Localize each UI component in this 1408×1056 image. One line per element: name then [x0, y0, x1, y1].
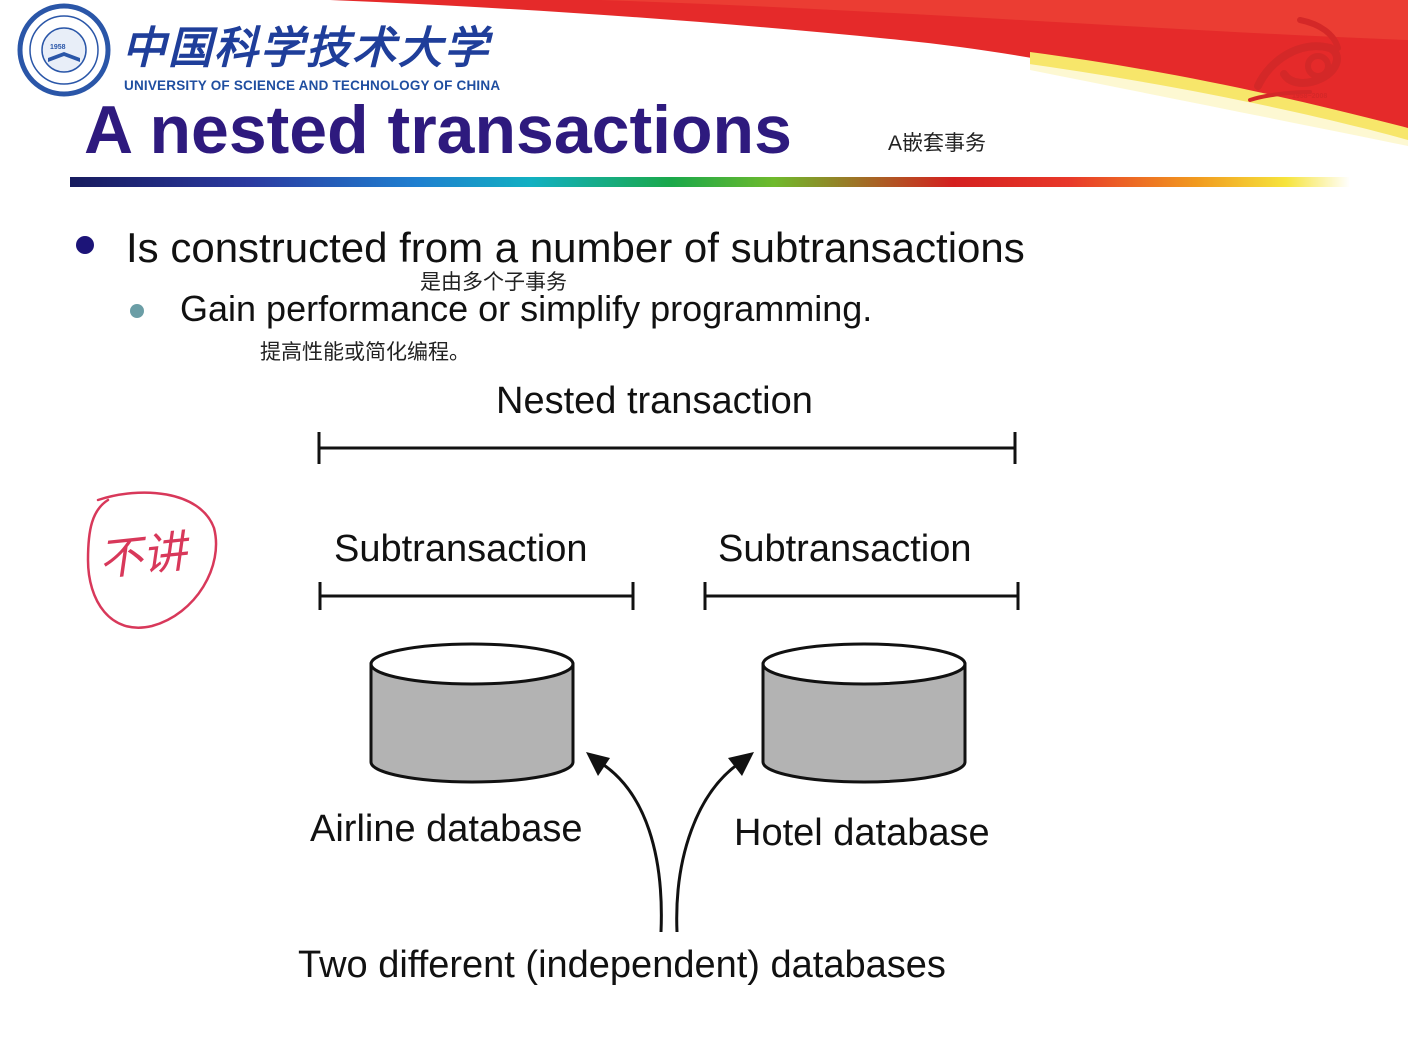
hotel-database-label: Hotel database	[734, 812, 990, 854]
nested-transaction-label: Nested transaction	[496, 380, 813, 422]
sub-span-bracket-2	[703, 582, 1020, 610]
handwritten-annotation: 不讲	[96, 526, 189, 587]
nested-span-bracket	[317, 432, 1017, 464]
subtransaction-label-1: Subtransaction	[334, 528, 588, 570]
arrow-head-hotel	[728, 752, 754, 776]
databases-caption: Two different (independent) databases	[298, 944, 946, 986]
nested-transaction-diagram	[86, 432, 1020, 933]
arrow-head-airline	[586, 752, 610, 776]
airline-database-label: Airline database	[310, 808, 583, 850]
sub-span-bracket-1	[318, 582, 635, 610]
subtransaction-label-2: Subtransaction	[718, 528, 972, 570]
arrow-to-airline	[595, 758, 663, 933]
hotel-database-icon	[761, 642, 967, 784]
airline-database-icon	[369, 642, 575, 784]
